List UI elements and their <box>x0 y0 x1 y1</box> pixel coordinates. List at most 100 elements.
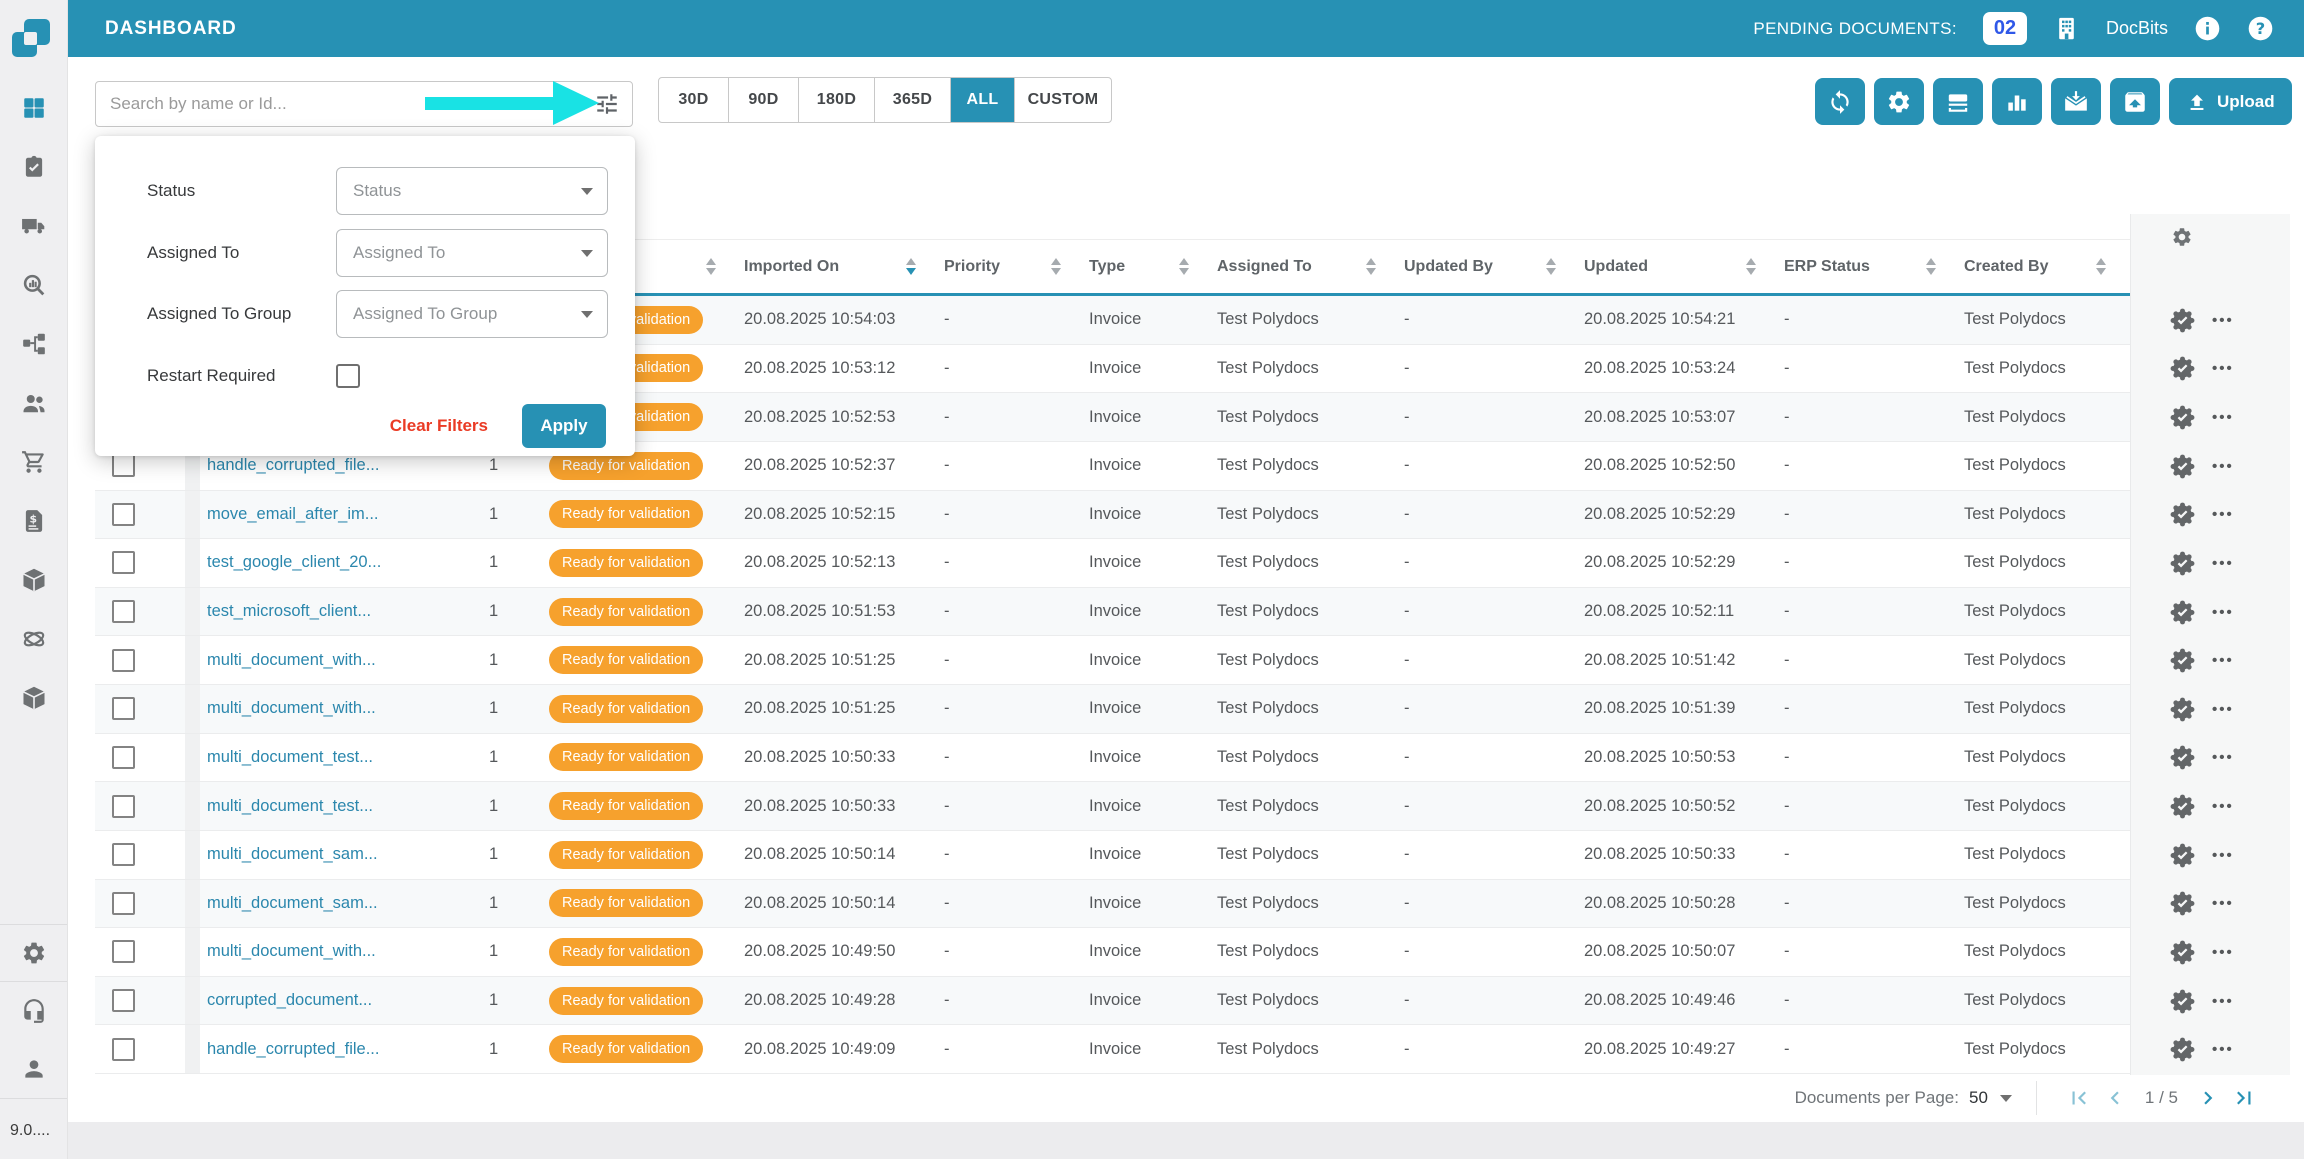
validation-badge-icon[interactable] <box>2169 307 2196 334</box>
row-checkbox[interactable] <box>112 503 135 526</box>
sort-icon[interactable] <box>1546 258 1556 275</box>
row-menu-button[interactable]: ••• <box>2212 458 2234 475</box>
search-box[interactable] <box>95 81 633 127</box>
column-header-updated_by[interactable]: Updated By <box>1400 240 1580 293</box>
document-link[interactable]: multi_document_with... <box>207 942 376 961</box>
sidebar-item-analytics[interactable] <box>0 255 67 314</box>
row-menu-button[interactable]: ••• <box>2212 604 2234 621</box>
row-checkbox[interactable] <box>112 989 135 1012</box>
row-menu-button[interactable]: ••• <box>2212 993 2234 1010</box>
sidebar-item-support[interactable] <box>0 982 67 1040</box>
previous-page-button[interactable] <box>2102 1085 2128 1111</box>
help-icon[interactable]: ? <box>2247 15 2274 42</box>
document-link[interactable]: handle_corrupted_file... <box>207 1040 379 1059</box>
validation-badge-icon[interactable] <box>2169 842 2196 869</box>
column-header-priority[interactable]: Priority <box>940 240 1085 293</box>
row-menu-button[interactable]: ••• <box>2212 312 2234 329</box>
row-menu-button[interactable]: ••• <box>2212 360 2234 377</box>
validation-badge-icon[interactable] <box>2169 939 2196 966</box>
row-menu-button[interactable]: ••• <box>2212 1041 2234 1058</box>
document-link[interactable]: multi_document_with... <box>207 651 376 670</box>
validation-badge-icon[interactable] <box>2169 744 2196 771</box>
row-checkbox[interactable] <box>112 1038 135 1061</box>
column-header-updated[interactable]: Updated <box>1580 240 1780 293</box>
first-page-button[interactable] <box>2066 1085 2092 1111</box>
sidebar-item-settings[interactable] <box>0 924 67 982</box>
analytics-button[interactable] <box>1992 78 2042 125</box>
sidebar-item-shipments[interactable] <box>0 196 67 255</box>
validation-badge-icon[interactable] <box>2169 355 2196 382</box>
row-checkbox[interactable] <box>112 697 135 720</box>
restart-required-checkbox[interactable] <box>336 364 360 388</box>
sort-icon[interactable] <box>1366 258 1376 275</box>
filter-icon[interactable] <box>594 91 620 117</box>
scan-button[interactable] <box>1933 78 1983 125</box>
sidebar-item-users[interactable] <box>0 373 67 432</box>
tab-all[interactable]: ALL <box>951 78 1015 122</box>
row-checkbox[interactable] <box>112 649 135 672</box>
row-menu-button[interactable]: ••• <box>2212 847 2234 864</box>
validation-badge-icon[interactable] <box>2169 647 2196 674</box>
validation-badge-icon[interactable] <box>2169 793 2196 820</box>
tab-365d[interactable]: 365D <box>875 78 951 122</box>
per-page-caret-icon[interactable] <box>2000 1095 2012 1102</box>
row-checkbox[interactable] <box>112 795 135 818</box>
next-page-button[interactable] <box>2195 1085 2221 1111</box>
last-page-button[interactable] <box>2231 1085 2257 1111</box>
document-link[interactable]: multi_document_with... <box>207 699 376 718</box>
validation-badge-icon[interactable] <box>2169 550 2196 577</box>
search-input[interactable] <box>108 93 594 115</box>
tab-custom[interactable]: CUSTOM <box>1015 78 1111 122</box>
row-checkbox[interactable] <box>112 551 135 574</box>
sidebar-item-packages[interactable] <box>0 550 67 609</box>
sort-icon[interactable] <box>2096 258 2106 275</box>
row-checkbox[interactable] <box>112 940 135 963</box>
column-header-type[interactable]: Type <box>1085 240 1213 293</box>
column-header-created_by[interactable]: Created By <box>1960 240 2130 293</box>
assigned-to-group-filter-select[interactable]: Assigned To Group <box>336 290 608 338</box>
row-menu-button[interactable]: ••• <box>2212 409 2234 426</box>
validation-badge-icon[interactable] <box>2169 404 2196 431</box>
tab-180d[interactable]: 180D <box>799 78 875 122</box>
document-link[interactable]: multi_document_sam... <box>207 894 378 913</box>
sidebar-item-purchase-orders[interactable] <box>0 432 67 491</box>
assigned-to-filter-select[interactable]: Assigned To <box>336 229 608 277</box>
tab-90d[interactable]: 90D <box>729 78 799 122</box>
row-menu-button[interactable]: ••• <box>2212 944 2234 961</box>
document-link[interactable]: move_email_after_im... <box>207 505 379 524</box>
tab-30d[interactable]: 30D <box>659 78 729 122</box>
sort-icon[interactable] <box>1179 258 1189 275</box>
refresh-button[interactable] <box>1815 78 1865 125</box>
row-menu-button[interactable]: ••• <box>2212 506 2234 523</box>
validation-badge-icon[interactable] <box>2169 890 2196 917</box>
document-link[interactable]: multi_document_sam... <box>207 845 378 864</box>
row-menu-button[interactable]: ••• <box>2212 749 2234 766</box>
info-icon[interactable] <box>2194 15 2221 42</box>
row-checkbox[interactable] <box>112 843 135 866</box>
row-checkbox[interactable] <box>112 746 135 769</box>
row-checkbox[interactable] <box>112 892 135 915</box>
sidebar-item-dashboard[interactable] <box>0 78 67 137</box>
column-header-imported_on[interactable]: Imported On <box>740 240 940 293</box>
status-filter-select[interactable]: Status <box>336 167 608 215</box>
row-checkbox[interactable] <box>112 454 135 477</box>
validation-badge-icon[interactable] <box>2169 453 2196 480</box>
document-link[interactable]: test_microsoft_client... <box>207 602 371 621</box>
sidebar-item-integrations[interactable] <box>0 609 67 668</box>
document-link[interactable]: corrupted_document... <box>207 991 372 1010</box>
column-settings[interactable] <box>2131 214 2290 296</box>
row-menu-button[interactable]: ••• <box>2212 701 2234 718</box>
settings-button[interactable] <box>1874 78 1924 125</box>
document-link[interactable]: handle_corrupted_file... <box>207 456 379 475</box>
upload-button[interactable]: Upload <box>2169 78 2292 125</box>
clear-filters-button[interactable]: Clear Filters <box>390 416 488 436</box>
sort-icon[interactable] <box>1051 258 1061 275</box>
validation-badge-icon[interactable] <box>2169 988 2196 1015</box>
sidebar-item-profile[interactable] <box>0 1040 67 1098</box>
fetch-email-button[interactable] <box>2051 78 2101 125</box>
validation-badge-icon[interactable] <box>2169 1036 2196 1063</box>
sidebar-item-workflow[interactable] <box>0 314 67 373</box>
per-page-value[interactable]: 50 <box>1969 1088 1988 1108</box>
row-menu-button[interactable]: ••• <box>2212 798 2234 815</box>
apply-filters-button[interactable]: Apply <box>522 404 606 448</box>
